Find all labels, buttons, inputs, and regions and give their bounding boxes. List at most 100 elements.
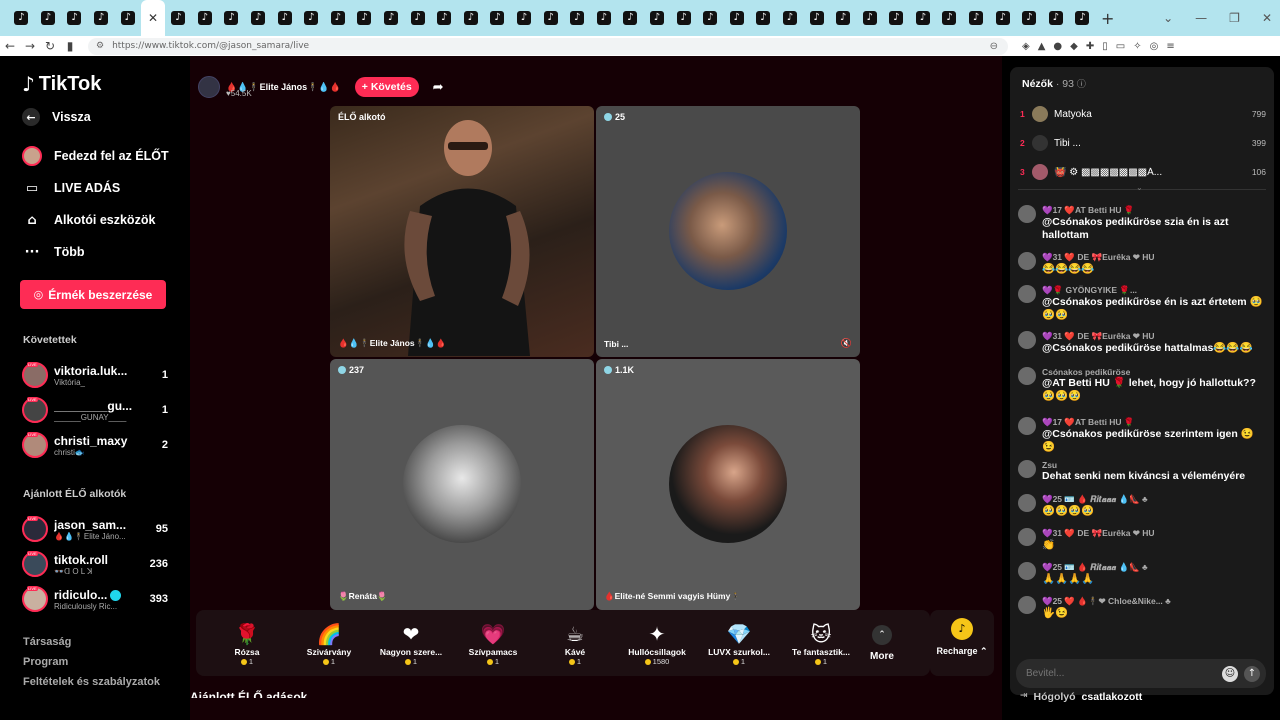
viewers-heading[interactable]: Nézők · 93 ⓘ <box>1022 77 1086 90</box>
chat-message[interactable]: 💜25 🪪 🩸 𝑹𝒊𝒕𝒂𝒂𝒂 💧👠 ♣ 🥹🥹🥹🥹 <box>1018 494 1266 518</box>
browser-tab[interactable]: ♪ <box>750 0 777 36</box>
browser-tab[interactable]: ♪ <box>1043 0 1070 36</box>
following-account[interactable]: LIVE ________gu... ______GUNAY____ 1 <box>22 395 168 425</box>
chat-message[interactable]: 💜17 ❤️AT Betti HU 🌹 @Csónakos pedikűröse … <box>1018 205 1266 242</box>
browser-tab[interactable]: ♪ <box>218 0 245 36</box>
gift-item[interactable]: 🐱 Te fantasztik... 1 <box>780 621 862 666</box>
browser-tab[interactable]: ♪ <box>910 0 937 36</box>
sidebar-item-creator-tools[interactable]: ⌂ Alkotói eszközök <box>22 210 155 230</box>
follow-button[interactable]: + Követés <box>354 77 419 97</box>
browser-tab[interactable]: ♪ <box>271 0 298 36</box>
browser-tab[interactable]: ♪ <box>404 0 431 36</box>
sidebar-item-explore-live[interactable]: Fedezd fel az ÉLŐT <box>22 146 169 166</box>
gift-item[interactable]: ✦ Hullócsillagok 1580 <box>616 621 698 666</box>
browser-tab[interactable]: ♪ <box>511 0 538 36</box>
browser-tab[interactable]: ♪ <box>165 0 192 36</box>
gift-item[interactable]: ❤ Nagyon szere... 1 <box>370 621 452 666</box>
new-tab-button[interactable]: + <box>1096 9 1120 28</box>
browser-tab[interactable]: ♪ <box>298 0 325 36</box>
gift-item[interactable]: 🌈 Szivárvány 1 <box>288 621 370 666</box>
browser-tab[interactable]: ♪ <box>378 0 405 36</box>
browser-tab[interactable]: ♪ <box>963 0 990 36</box>
browser-tab[interactable]: ♪ <box>325 0 352 36</box>
top-viewer-row[interactable]: 3 👹 ⚙ ▩▩▩▩▩▩▩Á... 106 <box>1020 161 1266 183</box>
zoom-icon[interactable]: ⊖ <box>990 41 998 52</box>
tab-search-icon[interactable]: ⌄ <box>1163 11 1173 25</box>
chat-message[interactable]: 💜31 ❤️ DE 🎀Eurêka ❤ HU @Csónakos pedikűrö… <box>1018 331 1266 355</box>
browser-tab[interactable]: ♪ <box>192 0 219 36</box>
chevron-down-icon[interactable]: ⌄ <box>1136 183 1143 192</box>
share-icon[interactable]: ➦ <box>433 80 444 95</box>
following-account[interactable]: LIVE christi_maxy christi🐟 2 <box>22 430 168 460</box>
browser-tab[interactable]: ♪ <box>35 0 62 36</box>
browser-tab[interactable]: ♪ <box>617 0 644 36</box>
shield-icon[interactable]: ◈ <box>1022 41 1030 52</box>
chat-message[interactable]: 💜🌹 GYÖNGYIKE 🌹... @Csónakos pedikűröse én… <box>1018 285 1266 322</box>
browser-tab[interactable]: ♪ <box>88 0 115 36</box>
close-window-button[interactable]: ✕ <box>1262 11 1272 25</box>
get-coins-button[interactable]: ◎ Érmék beszerzése <box>20 280 166 309</box>
browser-tab[interactable]: ♪ <box>1016 0 1043 36</box>
browser-tab[interactable]: ♪ <box>723 0 750 36</box>
top-viewer-row[interactable]: 2 Tibi ... 399 <box>1020 132 1266 154</box>
browser-tab-active[interactable]: ✕ <box>140 0 165 36</box>
close-tab-icon[interactable]: ✕ <box>146 11 160 25</box>
browser-tab[interactable]: ♪ <box>484 0 511 36</box>
chat-message[interactable]: 💜25 🪪 🩸 𝑹𝒊𝒕𝒂𝒂𝒂 💧👠 ♣ 🙏🙏🙏🙏 <box>1018 562 1266 586</box>
site-info-icon[interactable]: ⚙ <box>96 41 104 51</box>
browser-tab[interactable]: ♪ <box>803 0 830 36</box>
gift-item[interactable]: 💎 LUVX szurkol... 1 <box>698 621 780 666</box>
vpn-icon[interactable]: ◎ <box>1150 41 1159 52</box>
browser-tab[interactable]: ♪ <box>61 0 88 36</box>
gift-item[interactable]: 💗 Szívpamacs 1 <box>452 621 534 666</box>
menu-icon[interactable]: ≡ <box>1166 41 1174 52</box>
back-nav-icon[interactable]: ← <box>0 39 20 53</box>
emoji-icon[interactable]: ☺ <box>1222 665 1238 682</box>
gift-item[interactable]: ☕ Kávé 1 <box>534 621 616 666</box>
browser-tab[interactable]: ♪ <box>8 0 35 36</box>
host-video-tile[interactable]: ÉLŐ alkotó 🩸💧🕴Elite János🕴💧🩸 <box>330 106 594 357</box>
chat-message[interactable]: 💜25 ❤️ 🩸🕴❤ Chloe&Nike... ♣ 🖐😉 <box>1018 596 1266 620</box>
browser-tab[interactable]: ♪ <box>697 0 724 36</box>
url-field[interactable]: ⚙ https://www.tiktok.com/@jason_samara/l… <box>88 37 1008 55</box>
more-gifts-button[interactable]: ⌃ More <box>862 624 902 662</box>
send-icon[interactable]: ↑ <box>1244 665 1260 682</box>
guest-tile[interactable]: 1.1K 🩸Elite-né Semmi vagyis Hümy🕴 <box>596 359 860 610</box>
following-account[interactable]: LIVE viktoria.luk... Viktória_ 1 <box>22 360 168 390</box>
browser-tab[interactable]: ♪ <box>351 0 378 36</box>
browser-tab[interactable]: ♪ <box>590 0 617 36</box>
sidebar-item-live-broadcast[interactable]: ▭ LIVE ADÁS <box>22 178 120 198</box>
wallet-icon[interactable]: ▭ <box>1116 41 1125 52</box>
browser-tab[interactable]: ♪ <box>245 0 272 36</box>
footer-link-program[interactable]: Program <box>23 656 68 668</box>
browser-tab[interactable]: ♪ <box>670 0 697 36</box>
footer-link-terms[interactable]: Feltételek és szabályzatok <box>23 676 160 688</box>
recommended-account[interactable]: LIVE ridiculo... Ridiculously Ric... 393 <box>22 584 168 614</box>
chat-message[interactable]: Csónakos pedikűröse @AT Betti HU 🌹 lehet,… <box>1018 367 1266 403</box>
chat-message[interactable]: 💜31 ❤️ DE 🎀Eurêka ❤ HU 😂😂😂😂 <box>1018 252 1266 276</box>
reload-icon[interactable]: ↻ <box>40 39 60 53</box>
recharge-button[interactable]: ♪ Recharge ⌃ <box>930 610 994 676</box>
bookmark-icon[interactable]: ▮ <box>60 39 80 53</box>
minimize-button[interactable]: — <box>1195 11 1207 25</box>
chat-message[interactable]: 💜31 ❤️ DE 🎀Eurêka ❤ HU 👏 <box>1018 528 1266 552</box>
sidebar-item-more[interactable]: ··· Több <box>22 242 85 262</box>
guest-tile[interactable]: 25 Tibi ... 🔇 <box>596 106 860 357</box>
footer-link-company[interactable]: Társaság <box>23 636 71 648</box>
recommended-account[interactable]: LIVE jason_sam... 🩸💧🕴Elite Jáno... 95 <box>22 514 168 544</box>
tiktok-logo[interactable]: ♪ TikTok <box>22 72 101 96</box>
back-button[interactable]: ← Vissza <box>22 108 91 126</box>
chat-message[interactable]: Zsu Dehat senki nem kiváncsi a véleményér… <box>1018 460 1266 483</box>
forward-nav-icon[interactable]: → <box>20 39 40 53</box>
recommended-account[interactable]: LIVE tiktok.roll 👓ꓷ O L ꓘ 236 <box>22 549 168 579</box>
top-viewer-row[interactable]: 1 Matyoka 799 <box>1020 103 1266 125</box>
chat-input[interactable] <box>1026 668 1216 679</box>
browser-tab[interactable]: ♪ <box>1069 0 1096 36</box>
browser-tab[interactable]: ♪ <box>431 0 458 36</box>
browser-tab[interactable]: ♪ <box>777 0 804 36</box>
restore-button[interactable]: ❐ <box>1229 11 1240 25</box>
browser-tab[interactable]: ♪ <box>936 0 963 36</box>
rewards-icon[interactable]: ▲ <box>1038 41 1046 52</box>
browser-tab[interactable]: ♪ <box>644 0 671 36</box>
host-avatar[interactable] <box>198 76 220 98</box>
